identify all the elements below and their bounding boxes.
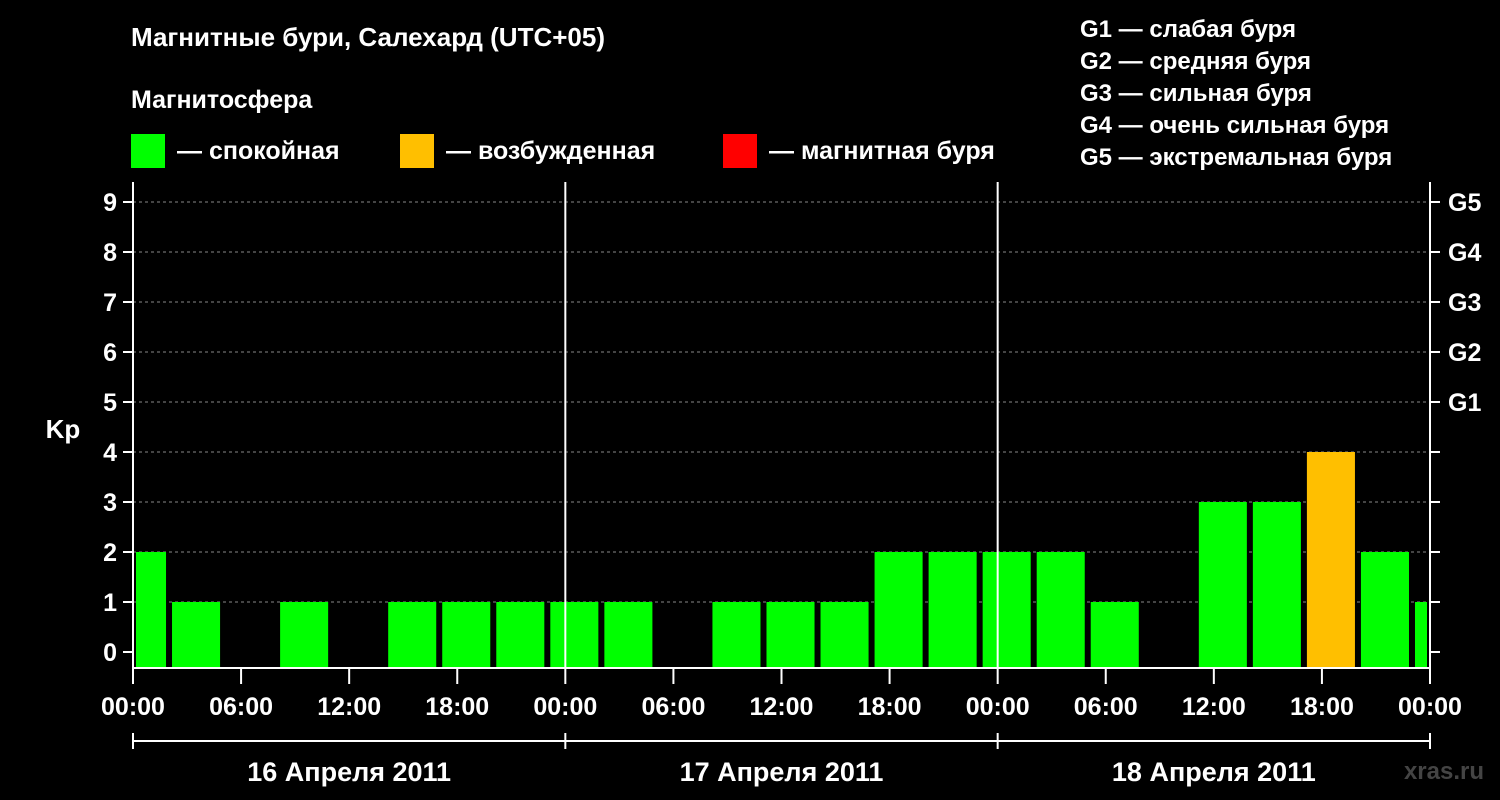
kp-bar <box>1090 602 1139 668</box>
kp-bar <box>442 602 491 668</box>
y-tick-label: 3 <box>103 489 117 517</box>
x-tick-label: 18:00 <box>858 693 922 721</box>
kp-bar <box>1198 502 1247 668</box>
y-tick-label: 0 <box>103 639 117 667</box>
g-level-label: G3 <box>1448 289 1481 317</box>
kp-bar <box>1252 502 1301 668</box>
x-tick-label: 06:00 <box>641 693 705 721</box>
y-tick-label: 6 <box>103 339 117 367</box>
kp-bar-chart: 0 1 2 3 4 5 6 7 8 9 G1 G2 G3 G4 G5 Kp 00:00 06:00 12:00 18:… <box>46 182 1481 787</box>
x-tick-label: 06:00 <box>1074 693 1138 721</box>
y-tick-label: 2 <box>103 539 117 567</box>
kp-bar <box>496 602 545 668</box>
x-tick-label: 12:00 <box>750 693 814 721</box>
watermark: xras.ru <box>1403 758 1484 785</box>
kp-bar <box>604 602 653 668</box>
kp-bar <box>928 552 977 668</box>
y-tick-label: 7 <box>103 289 117 317</box>
g-level-label: G1 <box>1448 389 1481 417</box>
kp-bar <box>874 552 923 668</box>
y-tick-label: 5 <box>103 389 117 417</box>
y-tick-label: 9 <box>103 189 117 217</box>
kp-bar <box>280 602 329 668</box>
x-tick-label: 00:00 <box>101 693 165 721</box>
day-label: 16 Апреля 2011 <box>247 757 451 787</box>
x-tick-label: 00:00 <box>533 693 597 721</box>
kp-bar <box>1306 452 1355 668</box>
kp-bar <box>1036 552 1085 668</box>
kp-bar <box>550 602 599 668</box>
y-tick-label: 8 <box>103 239 117 267</box>
x-tick-label: 12:00 <box>1182 693 1246 721</box>
x-tick-label: 18:00 <box>1290 693 1354 721</box>
y-tick-label: 4 <box>103 439 117 467</box>
kp-bar <box>172 602 221 668</box>
kp-bar <box>388 602 437 668</box>
y-tick-label: 1 <box>103 589 117 617</box>
g-level-label: G2 <box>1448 339 1481 367</box>
kp-bar <box>712 602 761 668</box>
kp-bar <box>766 602 815 668</box>
kp-bar <box>1360 552 1409 668</box>
y-axis-label: Kp <box>46 414 81 444</box>
x-tick-label: 00:00 <box>966 693 1030 721</box>
g-level-label: G5 <box>1448 189 1481 217</box>
x-tick-label: 18:00 <box>425 693 489 721</box>
kp-bar <box>1414 602 1427 668</box>
day-label: 17 Апреля 2011 <box>680 757 884 787</box>
g-level-label: G4 <box>1448 239 1481 267</box>
kp-bar <box>136 552 167 668</box>
x-tick-label: 06:00 <box>209 693 273 721</box>
day-label: 18 Апреля 2011 <box>1112 757 1316 787</box>
x-tick-label: 12:00 <box>317 693 381 721</box>
kp-bar <box>820 602 869 668</box>
kp-bar <box>982 552 1031 668</box>
x-tick-label: 00:00 <box>1398 693 1462 721</box>
